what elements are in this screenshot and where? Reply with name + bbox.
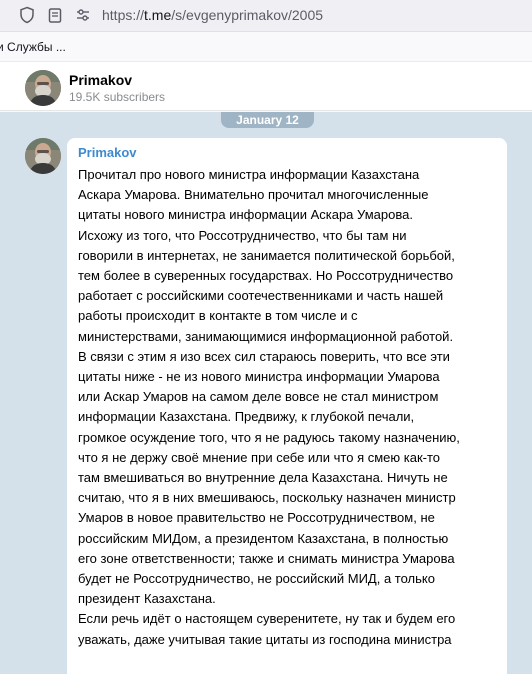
channel-header: Primakov 19.5K subscribers	[0, 61, 532, 111]
page-info-icon[interactable]	[46, 6, 64, 24]
message-line: что я не держу своё мнение при себе или …	[78, 449, 441, 465]
message-line: или Аскар Умаров на самом деле вовсе не …	[78, 389, 439, 405]
bookmarks-toolbar: и Службы ...	[0, 33, 532, 61]
message-line: Умаров в новое правительство не Россотру…	[78, 510, 435, 526]
message-line: говорили в интернетах, не занимается пол…	[78, 247, 455, 263]
message-line: там вмешиваться во внутренние дела Казах…	[78, 470, 448, 486]
message-line: будет не Россотрудничество, не российски…	[78, 571, 435, 587]
message-line: его зоне ответственности; также и снимат…	[78, 550, 455, 566]
channel-avatar[interactable]	[25, 70, 61, 106]
message-author[interactable]: Primakov	[78, 145, 137, 160]
subscriber-count: 19.5K subscribers	[69, 90, 166, 104]
message-line: президент Казахстана.	[78, 591, 216, 607]
author-avatar[interactable]	[25, 138, 61, 174]
message-text: Прочитал про нового министра информации …	[78, 165, 504, 650]
message-line: министерствами, занимающимися информацио…	[78, 328, 454, 344]
message-line: Аскара Умарова. Внимательно прочитал мно…	[78, 187, 429, 203]
message-bubble: Primakov Прочитал про нового министра ин…	[67, 138, 507, 674]
message-line: тем более в суверенных государствах. Но …	[78, 268, 454, 284]
message-line: уважать, даже учитывая такие цитаты из г…	[78, 631, 452, 647]
bookmark-item[interactable]: и Службы ...	[0, 40, 66, 54]
message-line: Если речь идёт о настоящем суверенитете,…	[78, 611, 456, 627]
message-line: громкое осуждение того, что я не радуюсь…	[78, 429, 460, 445]
browser-url-bar: https://t.me/s/evgenyprimakov/2005	[0, 0, 532, 32]
message-line: Исхожу из того, что Россотрудничество, ч…	[78, 227, 407, 243]
date-separator: January 12	[221, 112, 314, 128]
site-settings-icon[interactable]	[74, 6, 92, 24]
message-line: В связи с этим я изо всех сил стараюсь п…	[78, 348, 450, 364]
message-line: российским МИДом, а президентом Казахста…	[78, 530, 449, 546]
url-host: t.me	[144, 7, 172, 23]
shield-icon[interactable]	[18, 6, 36, 24]
channel-title[interactable]: Primakov	[69, 72, 132, 88]
message-line: цитаты ниже - не из нового министра инфо…	[78, 369, 440, 385]
message-line: работает с российскими соотечественникам…	[78, 288, 444, 304]
address-field[interactable]: https://t.me/s/evgenyprimakov/2005	[102, 7, 323, 23]
message-line: работы происходит в контакте в том числе…	[78, 308, 358, 324]
url-path: /s/evgenyprimakov/2005	[171, 7, 324, 23]
url-scheme: https://	[102, 7, 145, 23]
message-line: Прочитал про нового министра информации …	[78, 167, 420, 182]
message-line: информации Казахстана. Предвижу, к глубо…	[78, 409, 415, 425]
message-line: считаю, что я в них вмешиваюсь, поскольк…	[78, 490, 456, 506]
message-feed[interactable]: January 12 Primakov Прочитал про нового …	[0, 112, 532, 674]
message-line: цитаты нового министра информации Аскара…	[78, 207, 413, 223]
